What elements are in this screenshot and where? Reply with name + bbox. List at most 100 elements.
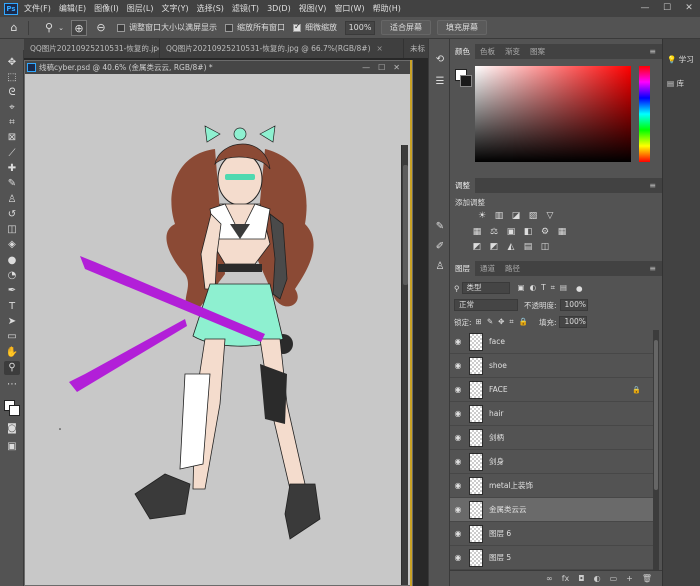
brushes-icon[interactable]: ✐	[433, 240, 447, 254]
screen-mode-icon[interactable]: ▣	[4, 440, 20, 454]
menu-type[interactable]: 文字(Y)	[161, 3, 188, 14]
layer-row[interactable]: ◉ 图层 6	[450, 522, 655, 546]
brightness-icon[interactable]: ☀	[475, 211, 489, 221]
type-tool-icon[interactable]: T	[4, 300, 20, 314]
layer-row[interactable]: ◉ hair	[450, 402, 655, 426]
new-layer-icon[interactable]: +	[626, 574, 633, 583]
levels-icon[interactable]: ▥	[492, 211, 506, 221]
blur-tool-icon[interactable]: ●	[4, 254, 20, 268]
library-item[interactable]: ▤ 库	[667, 78, 684, 89]
layers-scrollbar[interactable]	[653, 330, 659, 580]
document-window[interactable]: 线稿cyber.psd @ 40.6% (金属类云云, RGB/8#) * —☐…	[24, 60, 413, 586]
color-picker-field[interactable]	[475, 66, 631, 162]
history-brush-tool-icon[interactable]: ↺	[4, 208, 20, 222]
stamp-tool-icon[interactable]: ♙	[4, 193, 20, 207]
healing-tool-icon[interactable]: ✚	[4, 162, 20, 176]
add-mask-icon[interactable]: ◘	[578, 574, 584, 583]
layer-row[interactable]: ◉ FACE 🔒	[450, 378, 655, 402]
eye-icon[interactable]: ◉	[450, 361, 466, 370]
hand-tool-icon[interactable]: ✋	[4, 346, 20, 360]
paint-bucket-tool-icon[interactable]: ◈	[4, 238, 20, 252]
hue-slider[interactable]	[639, 66, 650, 162]
maximize-button[interactable]: ☐	[656, 0, 678, 17]
gradient-map-icon[interactable]: ▤	[521, 242, 535, 252]
tab-paths[interactable]: 路径	[500, 261, 525, 276]
scrollbar-thumb[interactable]	[654, 340, 658, 490]
eye-icon[interactable]: ◉	[450, 457, 466, 466]
filter-icons[interactable]: ▣◐T⌗▤	[518, 283, 573, 293]
zoom-tool-icon[interactable]: ⚲	[4, 361, 20, 375]
menu-filter[interactable]: 滤镜(T)	[232, 3, 259, 14]
background-swatch[interactable]	[460, 75, 472, 87]
scrubby-zoom-checkbox[interactable]: 细微缩放	[293, 22, 337, 33]
doc-tab[interactable]: QQ图片20210925210531-恢复的.jpg×	[24, 39, 160, 58]
scrollbar-thumb[interactable]	[403, 165, 408, 285]
black-white-icon[interactable]: ▣	[504, 227, 518, 237]
eraser-tool-icon[interactable]: ◫	[4, 223, 20, 237]
layer-row[interactable]: ◉ 剑柄	[450, 426, 655, 450]
eye-icon[interactable]: ◉	[450, 481, 466, 490]
layer-row[interactable]: ◉ 剑身	[450, 450, 655, 474]
eye-icon[interactable]: ◉	[450, 433, 466, 442]
close-icon[interactable]: ×	[377, 44, 383, 53]
close-button[interactable]: ✕	[678, 0, 700, 17]
canvas-artwork[interactable]	[25, 74, 412, 585]
menu-select[interactable]: 选择(S)	[197, 3, 224, 14]
vibrance-icon[interactable]: ▽	[543, 211, 557, 221]
properties-icon[interactable]: ☰	[433, 75, 447, 89]
panel-menu-icon[interactable]: ≡	[649, 264, 656, 273]
rectangle-tool-icon[interactable]: ▭	[4, 330, 20, 344]
tab-gradients[interactable]: 渐变	[500, 44, 525, 59]
document-title-bar[interactable]: 线稿cyber.psd @ 40.6% (金属类云云, RGB/8#) * —☐…	[25, 61, 412, 74]
tab-color[interactable]: 颜色	[450, 44, 475, 59]
eye-icon[interactable]: ◉	[450, 409, 466, 418]
adjustment-layer-icon[interactable]: ◐	[594, 574, 601, 583]
menu-image[interactable]: 图像(I)	[94, 3, 119, 14]
blend-mode-dropdown[interactable]: 正常	[454, 299, 518, 311]
home-icon[interactable]: ⌂	[6, 20, 22, 36]
history-icon[interactable]: ⟲	[433, 53, 447, 67]
threshold-icon[interactable]: ◭	[504, 242, 518, 252]
posterize-icon[interactable]: ◩	[487, 242, 501, 252]
menu-layer[interactable]: 图层(L)	[127, 3, 154, 14]
menu-file[interactable]: 文件(F)	[24, 3, 51, 14]
layer-style-icon[interactable]: fx	[562, 574, 570, 583]
panel-menu-icon[interactable]: ≡	[649, 181, 656, 190]
curves-icon[interactable]: ◪	[509, 211, 523, 221]
zoom-percent-field[interactable]: 100%	[345, 20, 375, 35]
eye-icon[interactable]: ◉	[450, 529, 466, 538]
eye-icon[interactable]: ◉	[450, 385, 466, 394]
filter-toggle-icon[interactable]: ●	[576, 284, 583, 293]
canvas-vertical-scrollbar[interactable]	[401, 145, 408, 585]
tab-patterns[interactable]: 图案	[525, 44, 550, 59]
chevron-down-icon[interactable]: ⌄	[57, 20, 65, 36]
zoom-out-icon[interactable]: ⊖	[93, 20, 109, 36]
link-layers-icon[interactable]: ∞	[546, 574, 553, 583]
zoom-in-icon[interactable]: ⊕	[71, 19, 87, 36]
tab-channels[interactable]: 通道	[475, 261, 500, 276]
fill-screen-button[interactable]: 填充屏幕	[437, 20, 487, 35]
menu-3d[interactable]: 3D(D)	[267, 4, 291, 13]
doc-tab[interactable]: QQ图片20210925210531-恢复的.jpg @ 66.7%(RGB/8…	[160, 39, 404, 58]
learn-item[interactable]: 💡 学习	[667, 54, 694, 65]
resize-windows-checkbox[interactable]: 调整窗口大小以满屏显示	[117, 22, 217, 33]
invert-icon[interactable]: ◩	[470, 242, 484, 252]
photo-filter-icon[interactable]: ◧	[521, 227, 535, 237]
marquee-tool-icon[interactable]: ⬚	[4, 71, 20, 85]
lasso-tool-icon[interactable]: ᘓ	[4, 86, 20, 100]
brush-tool-icon[interactable]: ✎	[4, 177, 20, 191]
layer-row[interactable]: ◉ 图层 5	[450, 546, 655, 570]
exposure-icon[interactable]: ▨	[526, 211, 540, 221]
tab-swatches[interactable]: 色板	[475, 44, 500, 59]
eye-icon[interactable]: ◉	[450, 553, 466, 562]
channel-mixer-icon[interactable]: ⚙	[538, 227, 552, 237]
tab-layers[interactable]: 图层	[450, 261, 475, 276]
layer-row[interactable]: ◉ metal上装饰	[450, 474, 655, 498]
lock-icons[interactable]: ⊞✎✥⌗🔒	[476, 317, 533, 327]
fill-field[interactable]: 100%	[559, 316, 588, 328]
hue-saturation-icon[interactable]: ▦	[470, 227, 484, 237]
layer-filter-dropdown[interactable]: 类型	[461, 282, 510, 294]
fit-screen-button[interactable]: 适合屏幕	[381, 20, 431, 35]
menu-view[interactable]: 视图(V)	[299, 3, 327, 14]
opacity-field[interactable]: 100%	[559, 299, 588, 311]
